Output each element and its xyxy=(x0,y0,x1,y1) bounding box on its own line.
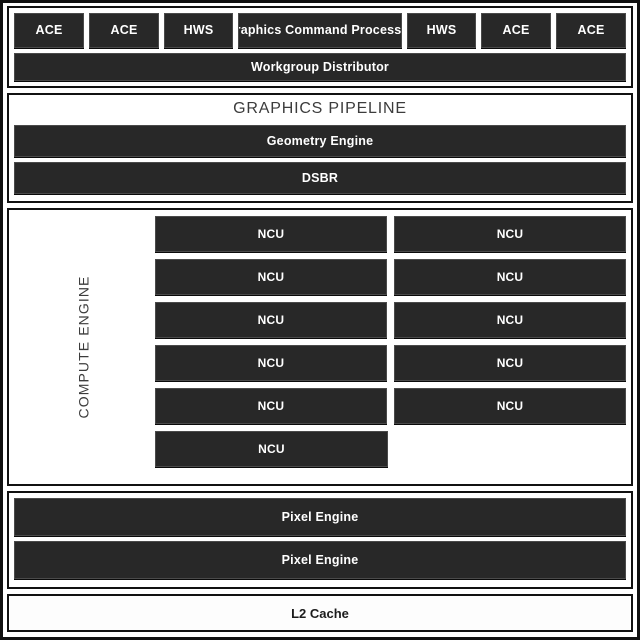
ncu-row: NCU NCU xyxy=(154,216,626,252)
block-geometry-engine[interactable]: Geometry Engine xyxy=(14,125,626,157)
block-ace-2[interactable]: ACE xyxy=(89,13,159,48)
block-ncu[interactable]: NCU xyxy=(154,388,387,424)
ncu-grid: NCU NCU NCU NCU NCU NCU NCU NCU NCU NCU … xyxy=(154,215,626,479)
compute-engine-label: COMPUTE ENGINE xyxy=(75,275,92,419)
command-processor-row: ACE ACE HWS Graphics Command Processor H… xyxy=(14,13,626,48)
block-ncu[interactable]: NCU xyxy=(393,388,626,424)
block-hws-1[interactable]: HWS xyxy=(164,13,233,48)
block-ncu[interactable]: NCU xyxy=(393,259,626,295)
block-ace-4[interactable]: ACE xyxy=(556,13,626,48)
block-pixel-engine-2[interactable]: Pixel Engine xyxy=(14,541,626,579)
block-ncu[interactable]: NCU xyxy=(393,345,626,381)
block-ncu[interactable]: NCU xyxy=(393,216,626,252)
block-ncu[interactable]: NCU xyxy=(154,216,387,252)
workgroup-distributor-row: Workgroup Distributor xyxy=(14,52,626,81)
block-ncu[interactable]: NCU xyxy=(154,345,387,381)
block-graphics-command-processor[interactable]: Graphics Command Processor xyxy=(238,13,402,48)
ncu-row: NCU NCU xyxy=(154,302,626,338)
ncu-row: NCU xyxy=(154,431,626,467)
block-ncu[interactable]: NCU xyxy=(154,259,387,295)
block-ace-3[interactable]: ACE xyxy=(481,13,551,48)
ncu-row: NCU NCU xyxy=(154,388,626,424)
block-ncu[interactable]: NCU xyxy=(154,431,388,467)
ncu-row: NCU NCU xyxy=(154,345,626,381)
graphics-pipeline-panel: GRAPHICS PIPELINE Geometry Engine DSBR xyxy=(7,93,633,203)
block-dsbr[interactable]: DSBR xyxy=(14,162,626,194)
block-l2-cache[interactable]: L2 Cache xyxy=(9,596,631,630)
compute-engine-panel: COMPUTE ENGINE NCU NCU NCU NCU NCU NCU N… xyxy=(7,208,633,486)
block-ace-1[interactable]: ACE xyxy=(14,13,84,48)
gpu-block-diagram: ACE ACE HWS Graphics Command Processor H… xyxy=(0,0,640,640)
compute-engine-label-container: COMPUTE ENGINE xyxy=(12,215,155,479)
ncu-grid-empty-slot xyxy=(395,431,626,467)
block-hws-2[interactable]: HWS xyxy=(407,13,476,48)
l2-cache-panel: L2 Cache xyxy=(7,594,633,632)
pixel-engine-panel: Pixel Engine Pixel Engine xyxy=(7,491,633,589)
block-pixel-engine-1[interactable]: Pixel Engine xyxy=(14,498,626,536)
block-workgroup-distributor[interactable]: Workgroup Distributor xyxy=(14,52,626,81)
block-ncu[interactable]: NCU xyxy=(154,302,387,338)
block-ncu[interactable]: NCU xyxy=(393,302,626,338)
ncu-row: NCU NCU xyxy=(154,259,626,295)
command-processor-panel: ACE ACE HWS Graphics Command Processor H… xyxy=(7,6,633,88)
graphics-pipeline-title: GRAPHICS PIPELINE xyxy=(233,100,407,117)
